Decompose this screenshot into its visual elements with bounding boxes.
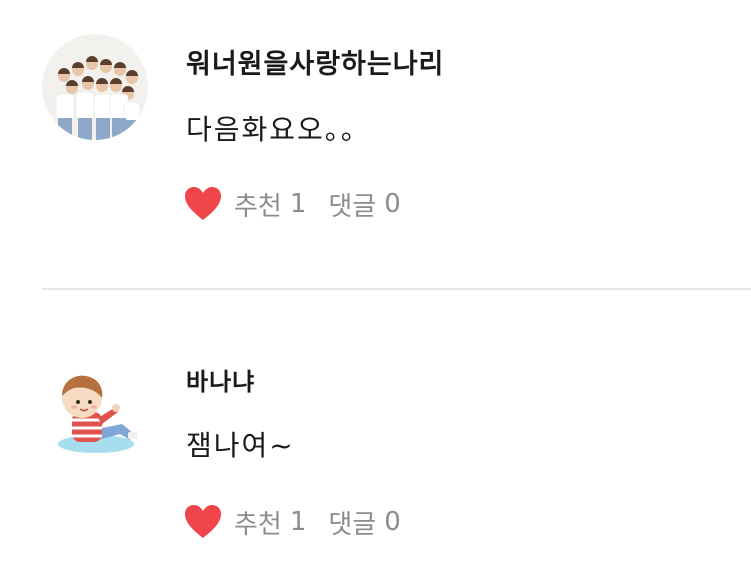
avatar[interactable] xyxy=(42,34,148,140)
recommend-button[interactable]: 추천 1 xyxy=(184,186,306,223)
comment-actions: 추천 1 댓글 0 xyxy=(184,184,401,224)
recommend-count: 1 xyxy=(289,189,307,219)
comment-item: 워너원을사랑하는나리 다음화요오。。 추천 1 댓글 0 xyxy=(0,0,751,288)
cartoon-character-avatar-icon xyxy=(58,375,138,453)
reply-button[interactable]: 댓글 0 xyxy=(328,504,400,541)
reply-count: 0 xyxy=(384,189,401,219)
reply-label: 댓글 xyxy=(328,191,377,222)
recommend-count: 1 xyxy=(289,507,307,537)
comment-list: 워너원을사랑하는나리 다음화요오。。 추천 1 댓글 0 바나냐 잼나여~ 추천… xyxy=(0,0,751,563)
heart-icon xyxy=(185,187,221,220)
comment-username[interactable]: 워너원을사랑하는나리 xyxy=(186,42,444,81)
comment-text: 다음화요오。。 xyxy=(186,113,371,146)
recommend-label: 추천 xyxy=(234,509,282,540)
avatar[interactable] xyxy=(52,368,144,460)
heart-icon xyxy=(185,505,221,538)
reply-button[interactable]: 댓글 0 xyxy=(328,186,400,223)
reply-label: 댓글 xyxy=(328,509,377,540)
comment-item: 바나냐 잼나여~ 추천 1 댓글 0 xyxy=(0,290,751,563)
comment-actions: 추천 1 댓글 0 xyxy=(184,502,401,542)
reply-count: 0 xyxy=(384,507,401,537)
comment-username[interactable]: 바나냐 xyxy=(186,362,255,397)
recommend-label: 추천 xyxy=(234,191,282,222)
group-photo-avatar-icon xyxy=(42,34,148,140)
comment-text: 잼나여~ xyxy=(186,429,295,462)
recommend-button[interactable]: 추천 1 xyxy=(184,504,306,541)
